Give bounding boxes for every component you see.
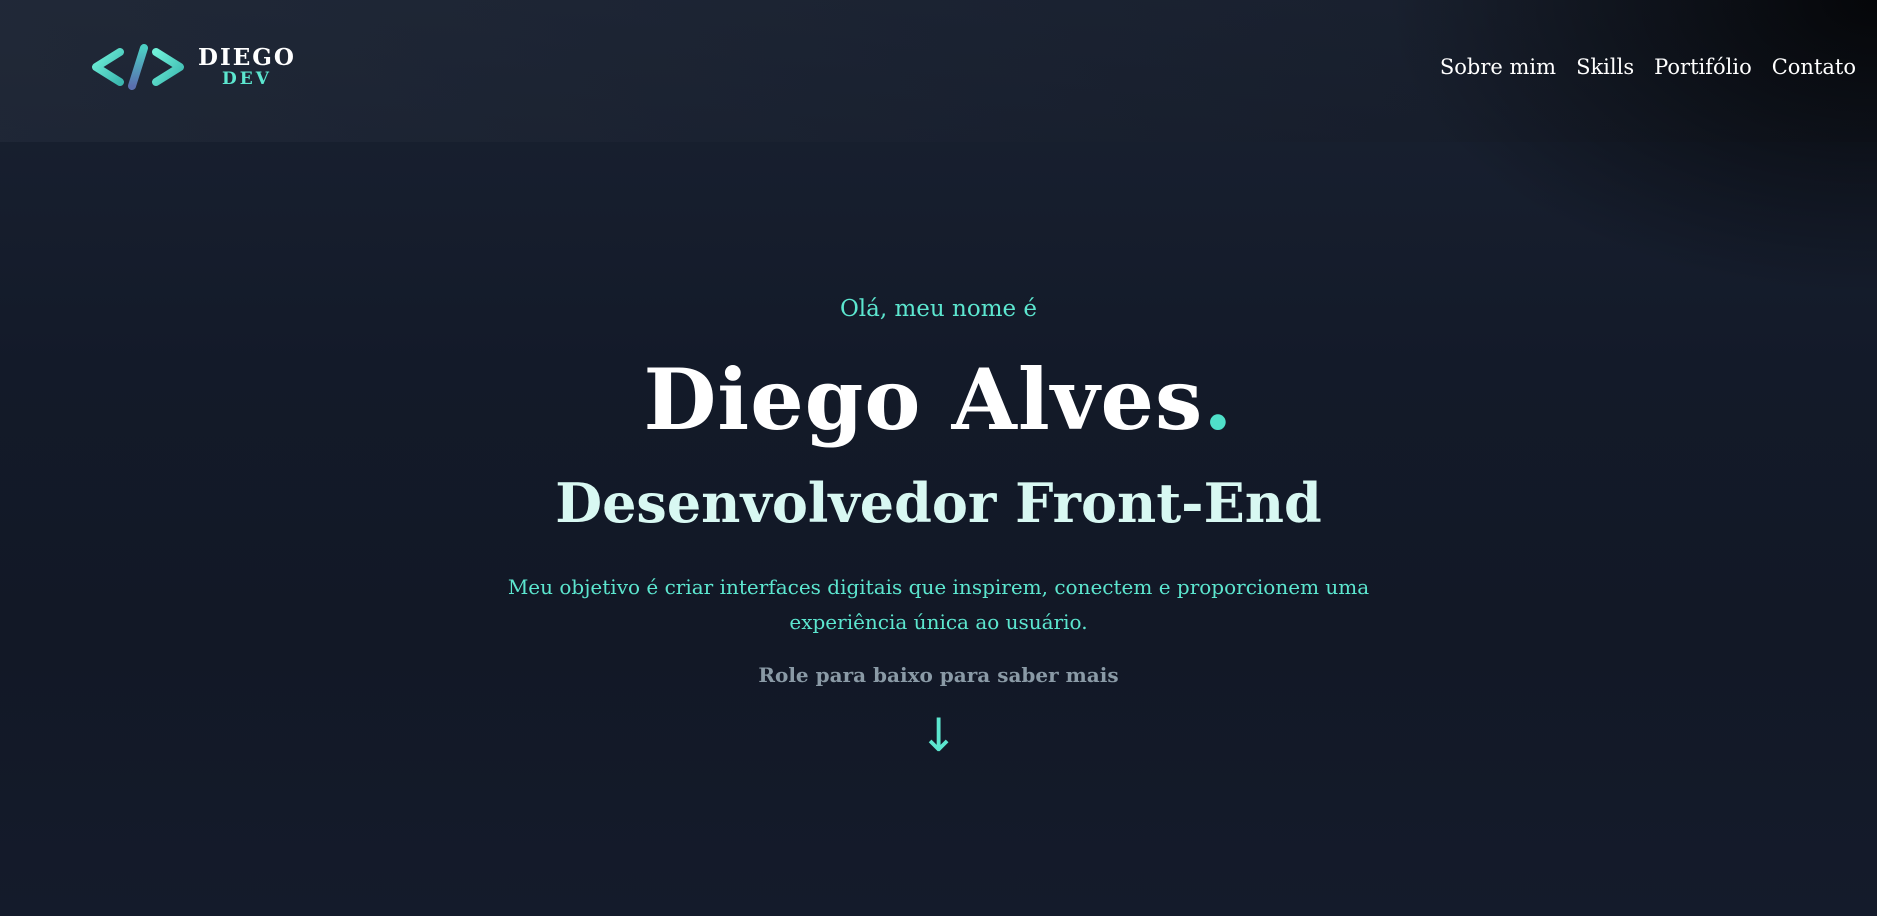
- hero-role: Desenvolvedor Front-End: [555, 471, 1322, 535]
- site-header: DIEGO DEV Sobre mim Skills Portifólio Co…: [0, 0, 1877, 142]
- nav-link-sobre-mim[interactable]: Sobre mim: [1440, 55, 1556, 79]
- code-brackets-icon: [92, 44, 184, 90]
- nav-link-portifolio[interactable]: Portifólio: [1654, 55, 1752, 79]
- hero-greeting: Olá, meu nome é: [839, 296, 1038, 322]
- main-nav: Sobre mim Skills Portifólio Contato: [1440, 55, 1856, 79]
- hero-name: Diego Alves.: [0, 358, 1877, 442]
- hero-description-line-1: Meu objetivo é criar interfaces digitais…: [507, 575, 1370, 599]
- brand-logo[interactable]: DIEGO DEV: [92, 44, 296, 90]
- nav-link-contato[interactable]: Contato: [1772, 55, 1856, 79]
- scroll-hint: Role para baixo para saber mais: [758, 663, 1119, 687]
- brand-name: DIEGO: [198, 44, 296, 71]
- hero-description-line-2: experiência única ao usuário.: [789, 610, 1088, 634]
- hero-name-dot: .: [1203, 350, 1234, 449]
- brand-sub: DEV: [222, 69, 272, 89]
- hero-description: Meu objetivo é criar interfaces digitais…: [470, 570, 1407, 640]
- arrow-down-icon: ↓: [919, 708, 958, 762]
- scroll-down-button[interactable]: ↓: [0, 712, 1877, 758]
- hero-name-text: Diego Alves: [643, 350, 1204, 449]
- brand-wordmark: DIEGO DEV: [198, 46, 296, 88]
- nav-link-skills[interactable]: Skills: [1576, 55, 1634, 79]
